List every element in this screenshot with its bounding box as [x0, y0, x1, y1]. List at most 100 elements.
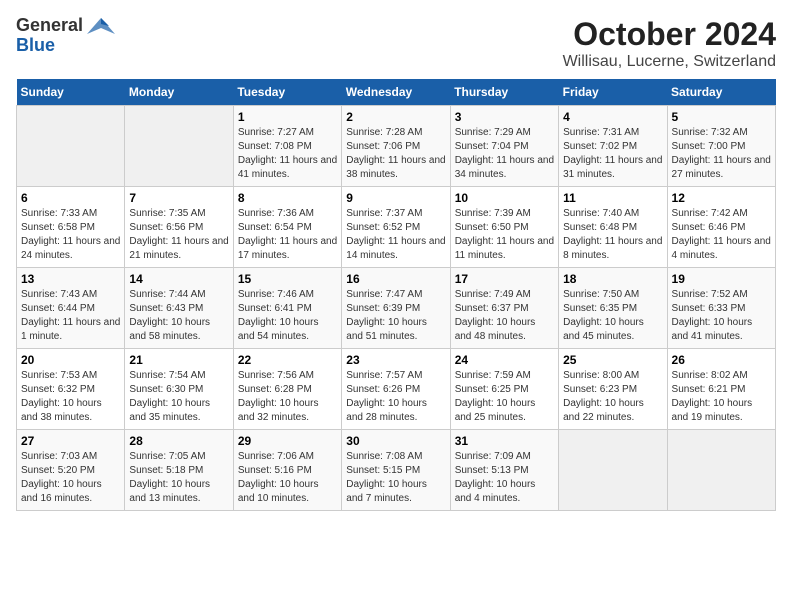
header-monday: Monday [125, 79, 233, 106]
table-row [125, 106, 233, 187]
calendar-table: Sunday Monday Tuesday Wednesday Thursday… [16, 79, 776, 511]
day-number: 23 [346, 353, 445, 367]
header-friday: Friday [559, 79, 667, 106]
day-number: 18 [563, 272, 662, 286]
day-number: 29 [238, 434, 337, 448]
header: General Blue October 2024 Willisau, Luce… [16, 16, 776, 71]
day-number: 14 [129, 272, 228, 286]
table-row: 13Sunrise: 7:43 AM Sunset: 6:44 PM Dayli… [17, 268, 125, 349]
day-number: 4 [563, 110, 662, 124]
calendar-week-row: 1 Sunrise: 7:27 AM Sunset: 7:08 PM Daylig… [17, 106, 776, 187]
table-row: 28Sunrise: 7:05 AM Sunset: 5:18 PM Dayli… [125, 430, 233, 511]
table-row: 8 Sunrise: 7:36 AM Sunset: 6:54 PM Daylig… [233, 187, 341, 268]
table-row: 5 Sunrise: 7:32 AM Sunset: 7:00 PM Daylig… [667, 106, 775, 187]
table-row: 20 Sunrise: 7:53 AM Sunset: 6:32 PM Dayli… [17, 349, 125, 430]
header-tuesday: Tuesday [233, 79, 341, 106]
day-number: 6 [21, 191, 120, 205]
day-detail: Sunrise: 7:53 AM Sunset: 6:32 PM Dayligh… [21, 369, 120, 425]
day-detail: Sunrise: 7:08 AM Sunset: 5:15 PM Dayligh… [346, 450, 445, 506]
day-number: 3 [455, 110, 554, 124]
day-detail: Sunrise: 7:59 AM Sunset: 6:25 PM Dayligh… [455, 369, 554, 425]
table-row: 1 Sunrise: 7:27 AM Sunset: 7:08 PM Daylig… [233, 106, 341, 187]
logo-bird-icon [87, 16, 115, 36]
calendar-week-row: 20 Sunrise: 7:53 AM Sunset: 6:32 PM Dayli… [17, 349, 776, 430]
day-number: 20 [21, 353, 120, 367]
day-number: 28 [129, 434, 228, 448]
day-number: 8 [238, 191, 337, 205]
calendar-week-row: 6 Sunrise: 7:33 AM Sunset: 6:58 PM Daylig… [17, 187, 776, 268]
day-detail: Sunrise: 7:09 AM Sunset: 5:13 PM Dayligh… [455, 450, 554, 506]
table-row: 21 Sunrise: 7:54 AM Sunset: 6:30 PM Dayli… [125, 349, 233, 430]
day-detail: Sunrise: 7:06 AM Sunset: 5:16 PM Dayligh… [238, 450, 337, 506]
table-row: 31 Sunrise: 7:09 AM Sunset: 5:13 PM Dayli… [450, 430, 558, 511]
day-number: 9 [346, 191, 445, 205]
day-number: 1 [238, 110, 337, 124]
table-row: 9 Sunrise: 7:37 AM Sunset: 6:52 PM Daylig… [342, 187, 450, 268]
day-number: 10 [455, 191, 554, 205]
day-detail: Sunrise: 7:35 AM Sunset: 6:56 PM Dayligh… [129, 207, 228, 263]
table-row: 25 Sunrise: 8:00 AM Sunset: 6:23 PM Dayli… [559, 349, 667, 430]
calendar-subtitle: Willisau, Lucerne, Switzerland [563, 53, 776, 71]
day-detail: Sunrise: 7:31 AM Sunset: 7:02 PM Dayligh… [563, 126, 662, 182]
header-thursday: Thursday [450, 79, 558, 106]
day-number: 13 [21, 272, 120, 286]
table-row: 26 Sunrise: 8:02 AM Sunset: 6:21 PM Dayli… [667, 349, 775, 430]
day-number: 17 [455, 272, 554, 286]
day-number: 27 [21, 434, 120, 448]
header-sunday: Sunday [17, 79, 125, 106]
table-row: 27 Sunrise: 7:03 AM Sunset: 5:20 PM Dayli… [17, 430, 125, 511]
table-row: 14 Sunrise: 7:44 AM Sunset: 6:43 PM Dayli… [125, 268, 233, 349]
day-detail: Sunrise: 7:33 AM Sunset: 6:58 PM Dayligh… [21, 207, 120, 263]
table-row: 19 Sunrise: 7:52 AM Sunset: 6:33 PM Dayli… [667, 268, 775, 349]
day-detail: Sunrise: 7:36 AM Sunset: 6:54 PM Dayligh… [238, 207, 337, 263]
table-row: 11Sunrise: 7:40 AM Sunset: 6:48 PM Dayli… [559, 187, 667, 268]
logo: General Blue [16, 16, 115, 56]
table-row: 23 Sunrise: 7:57 AM Sunset: 6:26 PM Dayli… [342, 349, 450, 430]
day-detail: Sunrise: 8:02 AM Sunset: 6:21 PM Dayligh… [672, 369, 771, 425]
table-row: 3 Sunrise: 7:29 AM Sunset: 7:04 PM Daylig… [450, 106, 558, 187]
day-detail: Sunrise: 7:03 AM Sunset: 5:20 PM Dayligh… [21, 450, 120, 506]
day-number: 5 [672, 110, 771, 124]
table-row [667, 430, 775, 511]
calendar-week-row: 13Sunrise: 7:43 AM Sunset: 6:44 PM Dayli… [17, 268, 776, 349]
logo-blue-text: Blue [16, 36, 55, 56]
day-number: 30 [346, 434, 445, 448]
day-detail: Sunrise: 7:57 AM Sunset: 6:26 PM Dayligh… [346, 369, 445, 425]
day-detail: Sunrise: 7:52 AM Sunset: 6:33 PM Dayligh… [672, 288, 771, 344]
table-row: 7Sunrise: 7:35 AM Sunset: 6:56 PM Daylig… [125, 187, 233, 268]
calendar-week-row: 27 Sunrise: 7:03 AM Sunset: 5:20 PM Dayli… [17, 430, 776, 511]
table-row: 29 Sunrise: 7:06 AM Sunset: 5:16 PM Dayli… [233, 430, 341, 511]
table-row: 6 Sunrise: 7:33 AM Sunset: 6:58 PM Daylig… [17, 187, 125, 268]
day-detail: Sunrise: 7:54 AM Sunset: 6:30 PM Dayligh… [129, 369, 228, 425]
day-detail: Sunrise: 7:49 AM Sunset: 6:37 PM Dayligh… [455, 288, 554, 344]
day-detail: Sunrise: 7:32 AM Sunset: 7:00 PM Dayligh… [672, 126, 771, 182]
logo-general-text: General [16, 16, 83, 36]
header-wednesday: Wednesday [342, 79, 450, 106]
table-row: 15Sunrise: 7:46 AM Sunset: 6:41 PM Dayli… [233, 268, 341, 349]
day-detail: Sunrise: 7:44 AM Sunset: 6:43 PM Dayligh… [129, 288, 228, 344]
table-row: 16Sunrise: 7:47 AM Sunset: 6:39 PM Dayli… [342, 268, 450, 349]
day-number: 19 [672, 272, 771, 286]
table-row [559, 430, 667, 511]
day-detail: Sunrise: 7:42 AM Sunset: 6:46 PM Dayligh… [672, 207, 771, 263]
day-detail: Sunrise: 7:40 AM Sunset: 6:48 PM Dayligh… [563, 207, 662, 263]
header-saturday: Saturday [667, 79, 775, 106]
day-number: 31 [455, 434, 554, 448]
day-detail: Sunrise: 7:29 AM Sunset: 7:04 PM Dayligh… [455, 126, 554, 182]
day-number: 16 [346, 272, 445, 286]
day-number: 25 [563, 353, 662, 367]
table-row: 2Sunrise: 7:28 AM Sunset: 7:06 PM Daylig… [342, 106, 450, 187]
title-area: October 2024 Willisau, Lucerne, Switzerl… [563, 16, 776, 71]
day-detail: Sunrise: 7:27 AM Sunset: 7:08 PM Dayligh… [238, 126, 337, 182]
day-number: 21 [129, 353, 228, 367]
weekday-header-row: Sunday Monday Tuesday Wednesday Thursday… [17, 79, 776, 106]
day-detail: Sunrise: 7:37 AM Sunset: 6:52 PM Dayligh… [346, 207, 445, 263]
day-detail: Sunrise: 7:46 AM Sunset: 6:41 PM Dayligh… [238, 288, 337, 344]
day-detail: Sunrise: 7:28 AM Sunset: 7:06 PM Dayligh… [346, 126, 445, 182]
table-row: 17 Sunrise: 7:49 AM Sunset: 6:37 PM Dayli… [450, 268, 558, 349]
day-number: 12 [672, 191, 771, 205]
table-row: 12 Sunrise: 7:42 AM Sunset: 6:46 PM Dayli… [667, 187, 775, 268]
table-row: 24Sunrise: 7:59 AM Sunset: 6:25 PM Dayli… [450, 349, 558, 430]
day-detail: Sunrise: 8:00 AM Sunset: 6:23 PM Dayligh… [563, 369, 662, 425]
day-number: 26 [672, 353, 771, 367]
